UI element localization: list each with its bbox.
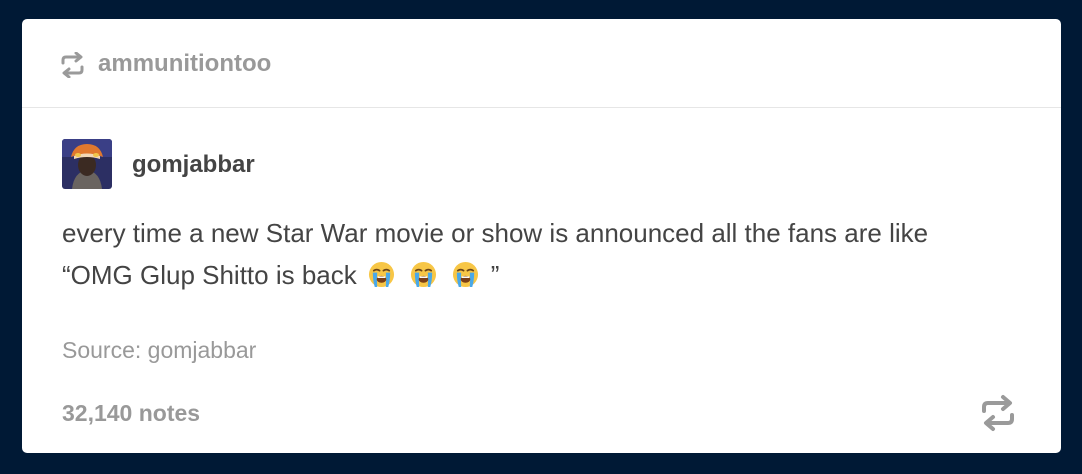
author-username[interactable]: gomjabbar — [132, 151, 255, 179]
reblog-header: ammunitiontoo — [22, 19, 1061, 108]
reblog-button[interactable] — [979, 394, 1017, 432]
crying-face-icon — [411, 261, 437, 288]
post-text-quote: “OMG Glup Shitto is back — [62, 260, 357, 290]
crying-face-icon — [453, 261, 479, 288]
reblogger-username[interactable]: ammunitiontoo — [98, 50, 271, 78]
post-text-quote-close: ” — [490, 260, 500, 290]
post-body: every time a new Star War movie or show … — [62, 212, 1022, 296]
post-card: ammunitiontoo gomjabbar every time a new… — [22, 19, 1061, 453]
notes-count[interactable]: 32,140 notes — [62, 400, 200, 426]
post-text-line: every time a new Star War movie or show … — [62, 218, 929, 248]
crying-face-icon — [368, 261, 395, 288]
avatar[interactable] — [62, 139, 112, 189]
post-text-line: “OMG Glup Shitto is back ” — [62, 254, 1022, 296]
source-link[interactable]: Source: gomjabbar — [62, 337, 256, 363]
reblog-icon — [61, 52, 84, 78]
